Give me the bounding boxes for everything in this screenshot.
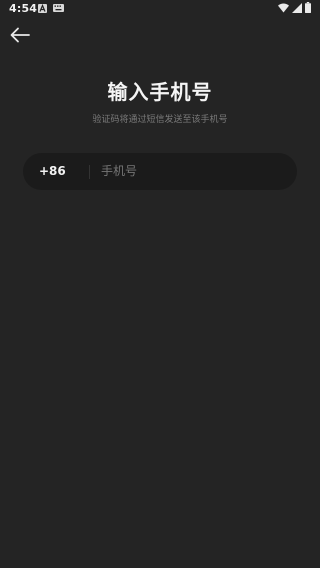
country-code-selector[interactable]: +86 [39, 164, 66, 178]
signal-icon [292, 3, 302, 13]
a-notification-icon [38, 4, 47, 13]
page-subtitle: 验证码将通过短信发送至该手机号 [92, 115, 228, 125]
status-time: 4:54 [9, 2, 38, 15]
battery-icon [305, 2, 311, 13]
back-button[interactable] [8, 24, 32, 46]
page-title: 输入手机号 [107, 80, 213, 104]
back-arrow-icon [10, 27, 30, 43]
status-bar: 4:54 [0, 0, 320, 18]
wifi-icon [278, 3, 289, 13]
phone-input[interactable] [101, 161, 281, 181]
keyboard-icon [53, 4, 64, 12]
phone-divider [89, 165, 90, 179]
phone-field[interactable]: +86 [23, 153, 297, 190]
login-phone-screen: 4:54 输入手机号 验证码将通过短信发送至该手机号 +86 手机号 [0, 0, 320, 568]
